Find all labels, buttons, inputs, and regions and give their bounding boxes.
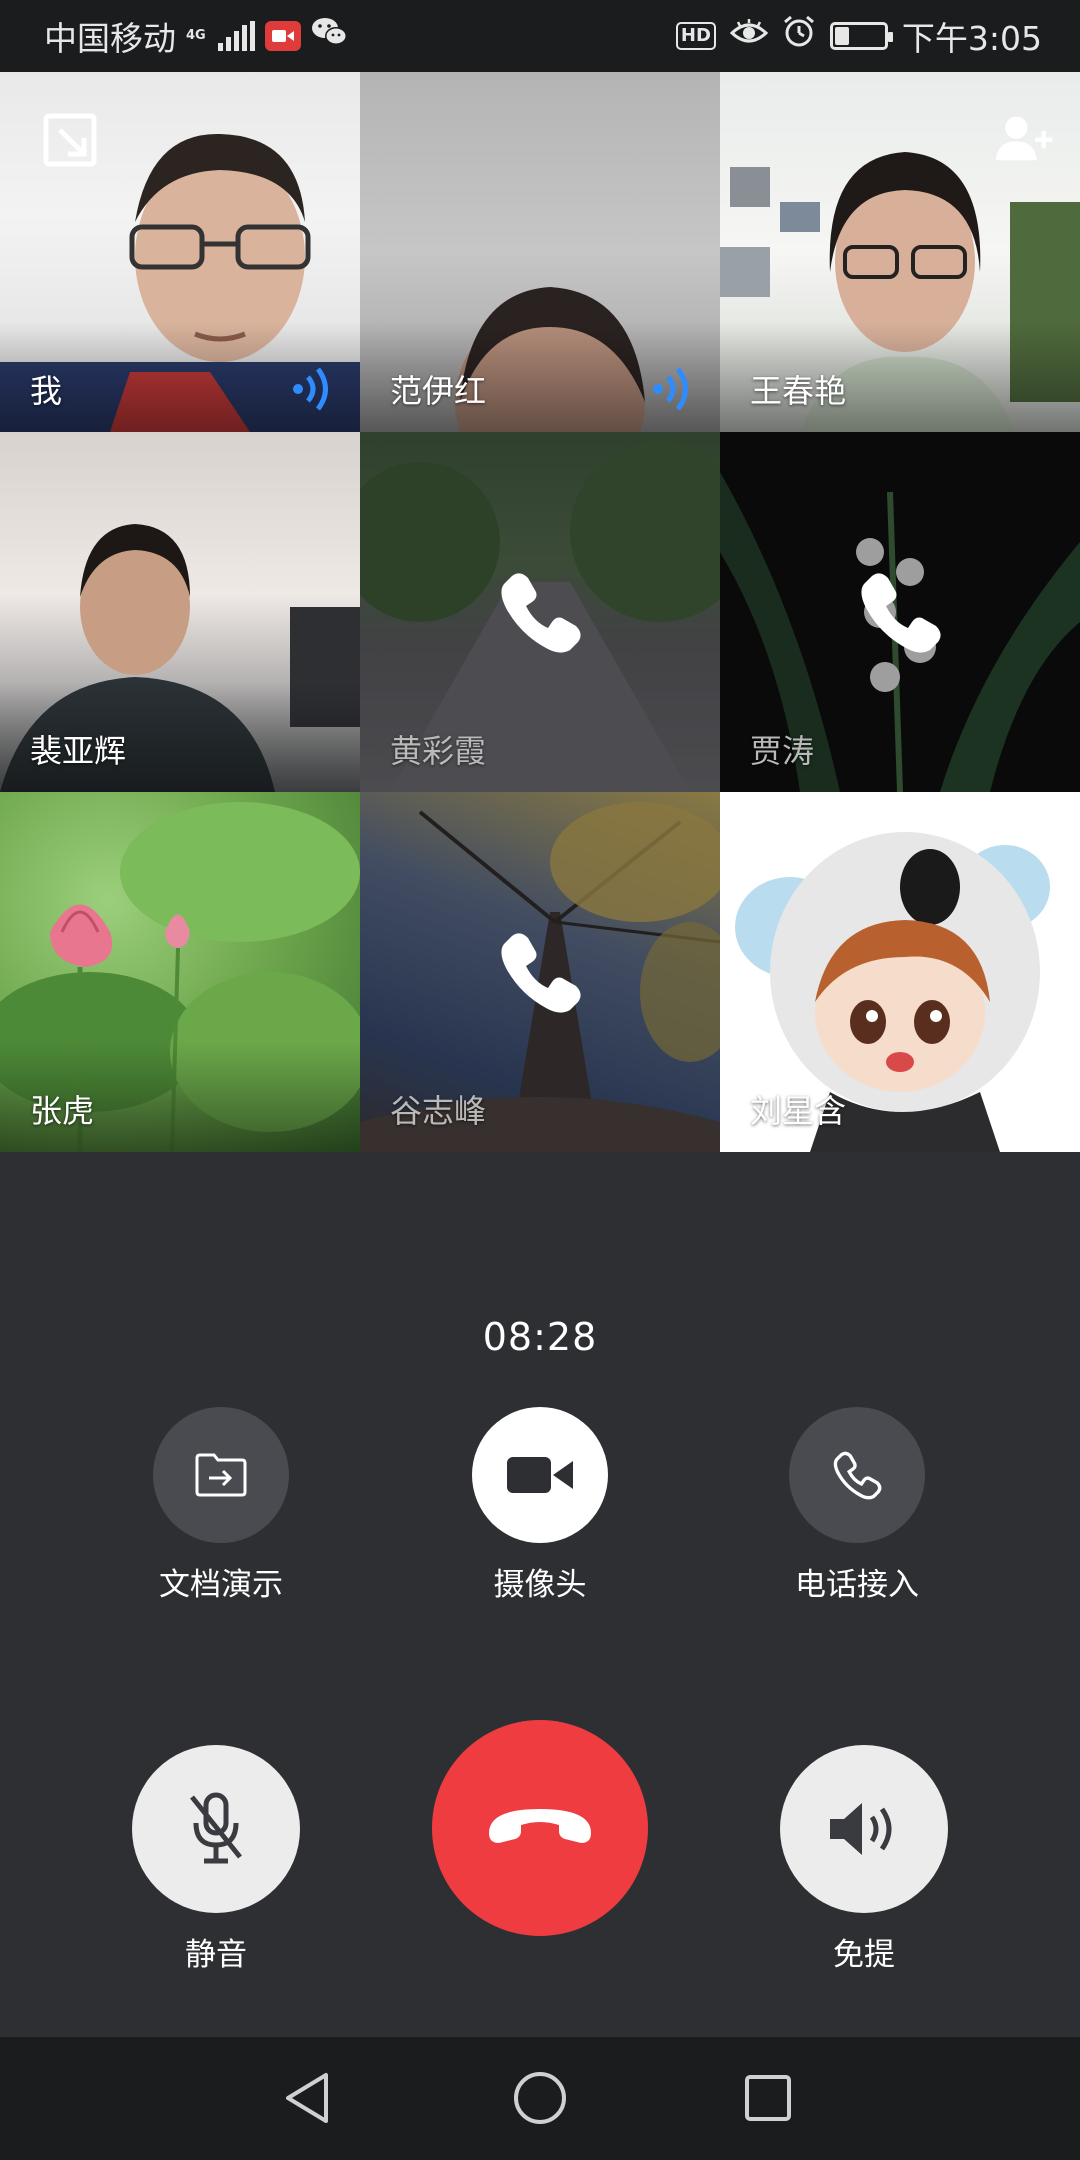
calling-phone-icon xyxy=(861,573,941,653)
wechat-icon xyxy=(311,16,349,56)
participant-tile[interactable]: 贾涛 xyxy=(720,432,1080,792)
participant-tile[interactable]: 范伊红 xyxy=(360,72,720,432)
alarm-icon xyxy=(782,15,816,57)
phone-join-button[interactable] xyxy=(789,1407,925,1543)
home-circle-icon xyxy=(514,2072,566,2124)
status-bar-left: 中国移动 4G xyxy=(44,0,349,72)
mute-button[interactable] xyxy=(132,1745,300,1913)
network-type-label: 4G xyxy=(186,28,206,43)
participant-name: 黄彩霞 xyxy=(390,732,487,770)
speaker-label: 免提 xyxy=(833,1937,895,1973)
hangup-control[interactable] xyxy=(432,1720,648,1936)
participant-name: 张虎 xyxy=(30,1092,95,1130)
participant-name: 我 xyxy=(30,372,63,410)
recents-square-icon xyxy=(745,2075,791,2121)
mute-control[interactable]: 静音 xyxy=(132,1745,300,1974)
hang-up-icon xyxy=(489,1809,591,1843)
home-button[interactable] xyxy=(507,2065,573,2131)
video-camera-icon xyxy=(507,1457,573,1493)
calling-phone-icon xyxy=(501,933,581,1013)
phone-join-control[interactable]: 电话接入 xyxy=(789,1407,925,1604)
camera-toggle-button[interactable] xyxy=(472,1407,608,1543)
participant-name: 裴亚辉 xyxy=(30,732,127,770)
battery-icon xyxy=(829,22,893,50)
hangup-button[interactable] xyxy=(432,1720,648,1936)
participant-tile[interactable]: 裴亚辉 xyxy=(0,432,360,792)
back-triangle-icon xyxy=(286,2073,328,2123)
phone-icon xyxy=(833,1451,882,1500)
microphone-muted-icon xyxy=(190,1792,242,1864)
camera-label: 摄像头 xyxy=(493,1567,587,1603)
hd-badge: HD xyxy=(675,22,716,50)
speaker-icon xyxy=(830,1803,892,1855)
participant-tile[interactable]: 黄彩霞 xyxy=(360,432,720,792)
participant-name: 谷志峰 xyxy=(390,1092,487,1130)
camera-control[interactable]: 摄像头 xyxy=(472,1407,608,1604)
eye-icon xyxy=(729,17,769,56)
doc-share-button[interactable] xyxy=(153,1407,289,1543)
status-bar-right: HD 下午3:05 xyxy=(675,0,1042,72)
folder-share-icon xyxy=(195,1453,247,1497)
speaker-control[interactable]: 免提 xyxy=(780,1745,948,1974)
participant-name: 贾涛 xyxy=(750,732,815,770)
doc-share-control[interactable]: 文档演示 xyxy=(153,1407,289,1604)
speaker-button[interactable] xyxy=(780,1745,948,1913)
participant-name: 范伊红 xyxy=(390,372,487,410)
video-call-screen: 中国移动 4G HD 下午3:05 我 范伊红 王春艳 裴亚辉 黄彩霞 贾涛 张… xyxy=(0,0,1080,2160)
participant-tile[interactable]: 刘星含 xyxy=(720,792,1080,1152)
recents-button[interactable] xyxy=(735,2065,801,2131)
back-button[interactable] xyxy=(274,2065,340,2131)
participant-tile-self[interactable]: 我 xyxy=(0,72,360,432)
speaking-icon xyxy=(293,367,328,411)
phone-join-label: 电话接入 xyxy=(795,1567,919,1603)
battery-level xyxy=(834,27,849,45)
participant-name: 刘星含 xyxy=(750,1092,847,1130)
participant-name: 王春艳 xyxy=(750,372,847,410)
video-record-icon xyxy=(264,21,301,51)
calling-phone-icon xyxy=(501,573,581,653)
participant-tile[interactable]: 谷志峰 xyxy=(360,792,720,1152)
carrier-name: 中国移动 xyxy=(44,19,176,58)
speaking-icon xyxy=(653,367,688,411)
call-duration: 08:28 xyxy=(482,1315,598,1359)
participant-tile[interactable]: 张虎 xyxy=(0,792,360,1152)
clock: 下午3:05 xyxy=(901,19,1042,58)
participant-grid: 我 范伊红 王春艳 裴亚辉 黄彩霞 贾涛 张虎 谷志峰 刘星含 xyxy=(0,72,1080,1152)
mute-label: 静音 xyxy=(185,1937,247,1973)
participant-tile[interactable]: 王春艳 xyxy=(720,72,1080,432)
system-navigation-bar xyxy=(0,2037,1080,2160)
add-participant-icon[interactable] xyxy=(994,108,1054,168)
minimize-window-icon[interactable] xyxy=(40,110,100,170)
status-bar: 中国移动 4G HD 下午3:05 xyxy=(0,0,1080,72)
doc-share-label: 文档演示 xyxy=(159,1567,283,1603)
signal-icon xyxy=(217,21,255,51)
